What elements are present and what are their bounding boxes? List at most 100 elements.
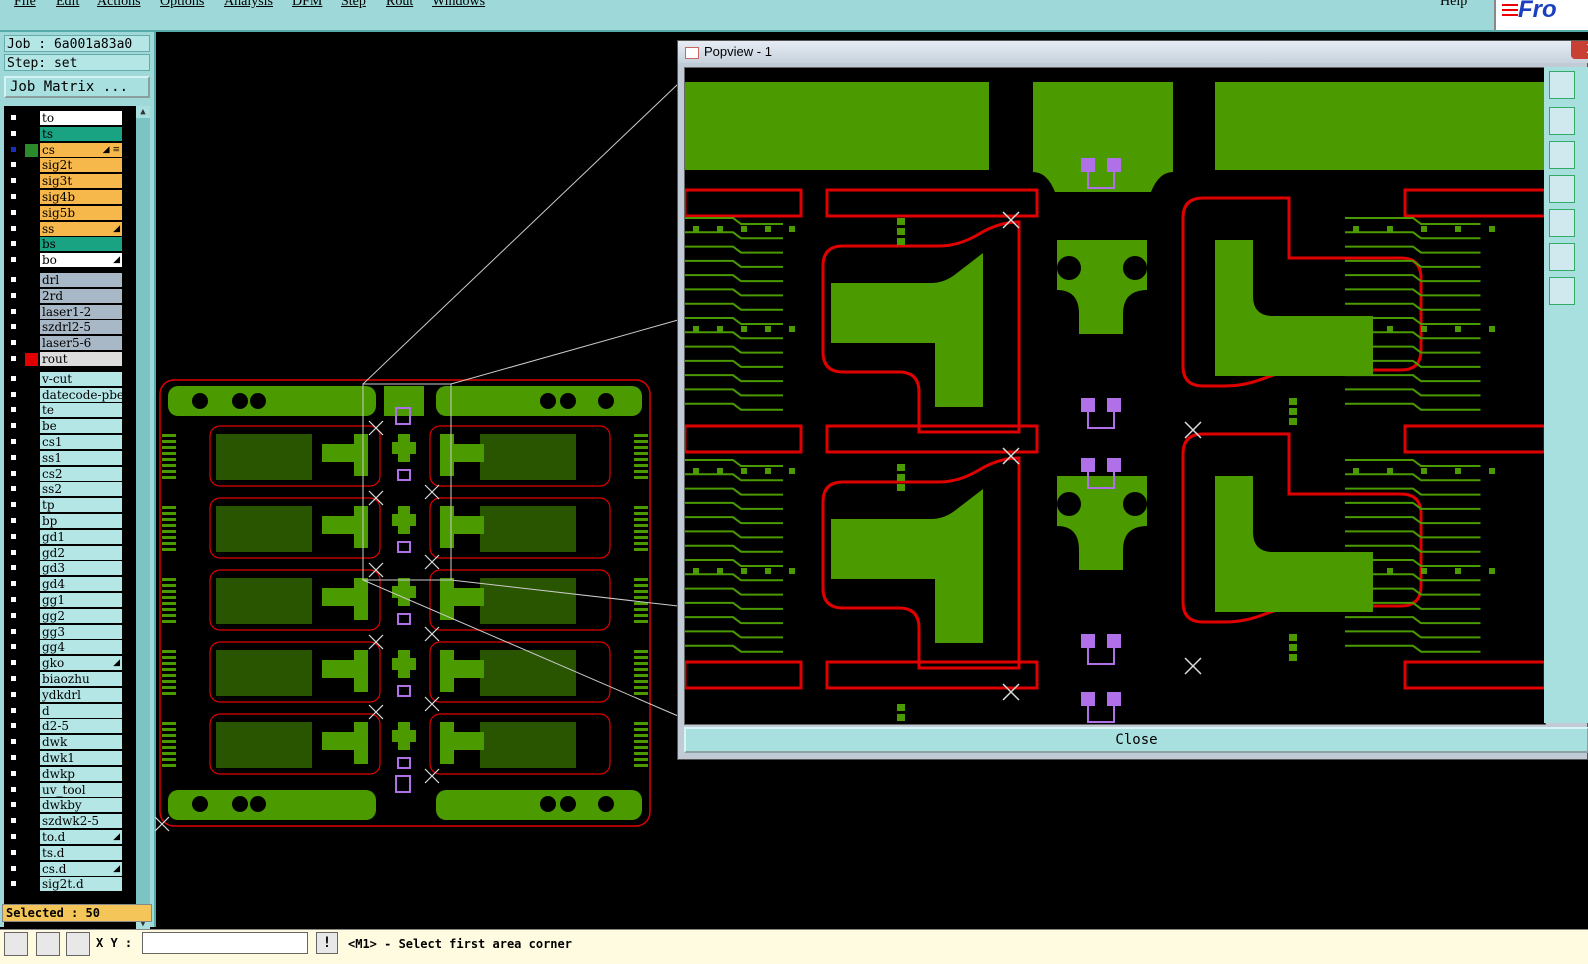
trace <box>1345 501 1481 510</box>
red-outline <box>685 424 803 454</box>
trace <box>685 259 783 268</box>
purple-pad <box>1107 458 1121 472</box>
smd-pad <box>897 714 905 721</box>
trace <box>685 231 783 240</box>
trace <box>1345 388 1481 397</box>
popview-title: Popview - 1 <box>704 44 772 59</box>
pan-left-icon[interactable] <box>1549 175 1575 203</box>
alert-icon[interactable]: ! <box>316 932 338 954</box>
trace <box>1345 231 1481 240</box>
window-icon <box>685 47 699 59</box>
center-hole <box>1059 574 1079 594</box>
smd-pad <box>765 568 771 574</box>
close-icon[interactable]: X <box>1571 41 1588 59</box>
smd-pad <box>1421 326 1427 332</box>
smd-pad <box>897 464 905 471</box>
smd-pad <box>1455 226 1461 232</box>
purple-trace <box>1087 648 1115 665</box>
red-outline <box>825 188 1039 218</box>
zoom-fit-icon[interactable] <box>1549 71 1575 99</box>
smd-pad <box>1455 568 1461 574</box>
red-outline <box>1403 424 1545 454</box>
popview-toolbar <box>1544 67 1588 723</box>
trace <box>685 388 783 397</box>
zoom-in-icon[interactable] <box>1549 243 1575 271</box>
trace <box>685 245 783 254</box>
smd-pad <box>1387 468 1393 474</box>
red-outline <box>685 660 803 690</box>
pan-down-icon[interactable] <box>1549 141 1575 169</box>
copper-block <box>1033 82 1173 192</box>
smd-pad <box>1489 468 1495 474</box>
smd-pad <box>1353 226 1359 232</box>
x-mark <box>1002 447 1020 465</box>
smd-pad <box>717 568 723 574</box>
smd-pad <box>897 484 905 491</box>
smd-pad <box>741 468 747 474</box>
smd-pad <box>1489 226 1495 232</box>
center-hole <box>1059 338 1079 358</box>
trace <box>685 501 783 510</box>
smd-pad <box>765 326 771 332</box>
trace <box>685 573 783 582</box>
smd-pad <box>1489 568 1495 574</box>
smd-pad <box>897 474 905 481</box>
smd-pad <box>897 228 905 235</box>
center-copper <box>1057 476 1147 570</box>
purple-pad <box>1081 158 1095 172</box>
smd-pad <box>765 226 771 232</box>
center-hole <box>1125 584 1145 604</box>
trace <box>1345 302 1481 311</box>
purple-pad <box>1081 692 1095 706</box>
trace <box>685 302 783 311</box>
smd-pad <box>897 238 905 245</box>
smd-pad <box>1387 568 1393 574</box>
popview-close-button[interactable]: Close <box>684 727 1588 753</box>
measure-icon[interactable] <box>36 932 60 956</box>
smd-pad <box>1353 468 1359 474</box>
smd-pad <box>1387 326 1393 332</box>
purple-pad <box>1081 398 1095 412</box>
smd-pad <box>897 704 905 711</box>
pan-up-icon[interactable] <box>1549 107 1575 135</box>
zoom-out-icon[interactable] <box>1549 277 1575 305</box>
smd-pad <box>1455 326 1461 332</box>
smd-pad <box>1421 226 1427 232</box>
smd-pad <box>741 326 747 332</box>
purple-pad <box>1081 634 1095 648</box>
x-mark <box>1184 657 1202 675</box>
trace <box>685 345 783 354</box>
popview-canvas[interactable] <box>684 67 1546 725</box>
smd-pad <box>1289 408 1297 415</box>
center-hole <box>1123 492 1147 516</box>
center-hole <box>1125 348 1145 368</box>
trace <box>1345 259 1481 268</box>
trace <box>685 459 783 467</box>
purple-pad <box>1081 458 1095 472</box>
xy-input[interactable] <box>142 932 308 954</box>
grid-icon[interactable] <box>66 932 90 956</box>
smd-pad <box>693 326 699 332</box>
red-outline <box>825 424 1039 454</box>
smd-pad <box>1421 468 1427 474</box>
trace <box>685 544 783 553</box>
smd-pad <box>741 568 747 574</box>
smd-pad <box>693 226 699 232</box>
trace <box>685 630 783 639</box>
center-hole <box>1057 492 1081 516</box>
purple-pad <box>1107 398 1121 412</box>
smd-pad <box>1353 326 1359 332</box>
select-mode-icon[interactable] <box>4 932 28 956</box>
smd-pad <box>1289 398 1297 405</box>
x-mark <box>1002 683 1020 701</box>
red-outline <box>1403 188 1545 218</box>
smd-pad <box>1289 644 1297 651</box>
trace <box>685 359 783 368</box>
trace <box>685 644 783 653</box>
copper-pad <box>831 489 983 643</box>
trace <box>1345 245 1481 254</box>
pan-right-icon[interactable] <box>1549 209 1575 237</box>
trace <box>685 288 783 297</box>
trace <box>685 487 783 496</box>
popview-titlebar[interactable]: Popview - 1 <box>678 41 1588 63</box>
